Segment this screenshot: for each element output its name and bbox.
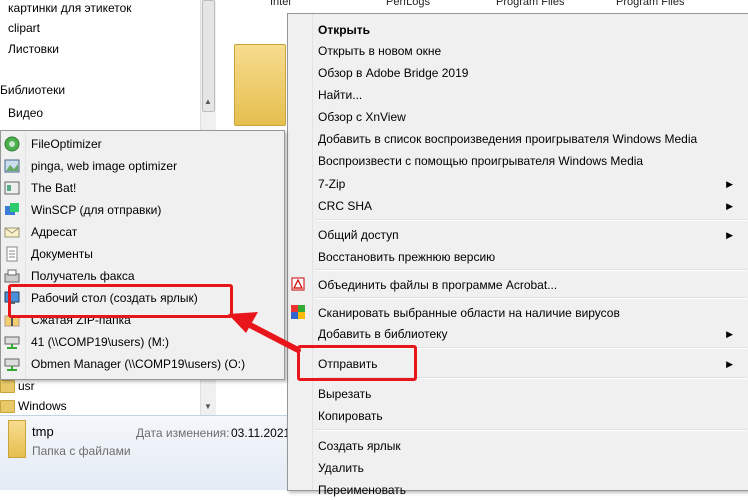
menu-item-delete[interactable]: Удалить (318, 458, 364, 478)
highlight-box-desktop (8, 284, 233, 318)
details-pane: tmp Дата изменения: 03.11.2021 Папка с ф… (0, 415, 291, 490)
highlight-box-send-to (297, 345, 417, 381)
network-drive-icon (4, 356, 20, 372)
send-to-submenu: FileOptimizer pinga, web image optimizer… (0, 130, 285, 380)
submenu-arrow-icon: ▶ (726, 179, 733, 189)
fax-icon (4, 268, 20, 284)
menu-item-open[interactable]: Открыть (318, 20, 370, 40)
sendto-item-drive-o[interactable]: Obmen Manager (\\COMP19\users) (O:) (31, 354, 245, 374)
nav-scrollbar-thumb[interactable] (202, 0, 215, 112)
folder-label-program-files-x86[interactable]: Program Files (616, 0, 684, 8)
sendto-item-winscp[interactable]: WinSCP (для отправки) (31, 200, 161, 220)
pinga-icon (4, 158, 20, 174)
details-date-value: 03.11.2021 (231, 426, 291, 440)
details-type: Папка с файлами (32, 444, 131, 458)
menu-item-create-shortcut[interactable]: Создать ярлык (318, 436, 401, 456)
acrobat-icon (291, 277, 305, 291)
menu-item-rename[interactable]: Переименовать (318, 480, 406, 500)
menu-item-copy[interactable]: Копировать (318, 406, 383, 426)
folder-label-intel[interactable]: Intel (270, 0, 291, 8)
fileoptimizer-icon (4, 136, 20, 152)
folder-icon (8, 420, 26, 458)
folder-icon[interactable] (234, 44, 286, 126)
submenu-arrow-icon: ▶ (726, 230, 733, 240)
network-drive-icon (4, 334, 20, 350)
sendto-item-thebat[interactable]: The Bat! (31, 178, 76, 198)
winscp-icon (4, 202, 20, 218)
mail-recipient-icon (4, 224, 20, 240)
details-date-label: Дата изменения: (136, 426, 230, 440)
menu-item-add-to-library[interactable]: Добавить в библиотеку ▶ (318, 324, 741, 344)
menu-separator (316, 219, 747, 221)
submenu-arrow-icon: ▶ (726, 329, 733, 339)
menu-separator (316, 429, 747, 431)
details-name: tmp (32, 424, 54, 439)
submenu-arrow-icon: ▶ (726, 201, 733, 211)
menu-item-find[interactable]: Найти... (318, 85, 362, 105)
menu-item-xnview[interactable]: Обзор с XnView (318, 107, 406, 127)
menu-item-crc-sha[interactable]: CRC SHA ▶ (318, 196, 741, 216)
menu-item-acrobat-combine[interactable]: Объединить файлы в программе Acrobat... (318, 275, 557, 295)
sendto-item-drive-m[interactable]: 41 (\\COMP19\users) (M:) (31, 332, 169, 352)
sendto-item-recipient[interactable]: Адресат (31, 222, 77, 242)
thebat-icon (4, 180, 20, 196)
submenu-arrow-icon: ▶ (726, 359, 733, 369)
folder-label-perflogs[interactable]: PerfLogs (386, 0, 430, 8)
menu-separator (316, 269, 747, 271)
menu-item-open-new-window[interactable]: Открыть в новом окне (318, 41, 441, 61)
menu-item-scan-viruses[interactable]: Сканировать выбранные области на наличие… (318, 303, 620, 323)
sendto-item-documents[interactable]: Документы (31, 244, 93, 264)
folder-label-program-files[interactable]: Program Files (496, 0, 564, 8)
documents-icon (4, 246, 20, 262)
scroll-up-arrow-icon[interactable]: ▲ (203, 97, 213, 107)
context-menu: Открыть Открыть в новом окне Обзор в Ado… (287, 13, 748, 497)
sendto-item-fax[interactable]: Получатель факса (31, 266, 135, 286)
folder-icon (0, 400, 15, 413)
menu-item-wmp-add[interactable]: Добавить в список воспроизведения проигр… (318, 129, 697, 149)
menu-item-cut[interactable]: Вырезать (318, 384, 371, 404)
antivirus-icon (291, 305, 305, 319)
menu-item-adobe-bridge[interactable]: Обзор в Adobe Bridge 2019 (318, 63, 468, 83)
menu-item-restore-previous[interactable]: Восстановить прежнюю версию (318, 247, 495, 267)
menu-item-share[interactable]: Общий доступ ▶ (318, 225, 741, 245)
folder-icon (0, 380, 15, 393)
menu-separator (316, 297, 747, 299)
sendto-item-pinga[interactable]: pinga, web image optimizer (31, 156, 177, 176)
sendto-item-fileoptimizer[interactable]: FileOptimizer (31, 134, 102, 154)
menu-item-wmp-play[interactable]: Воспроизвести с помощью проигрывателя Wi… (318, 151, 643, 171)
menu-item-7zip[interactable]: 7-Zip ▶ (318, 174, 741, 194)
scroll-down-arrow-icon[interactable]: ▼ (203, 402, 213, 412)
